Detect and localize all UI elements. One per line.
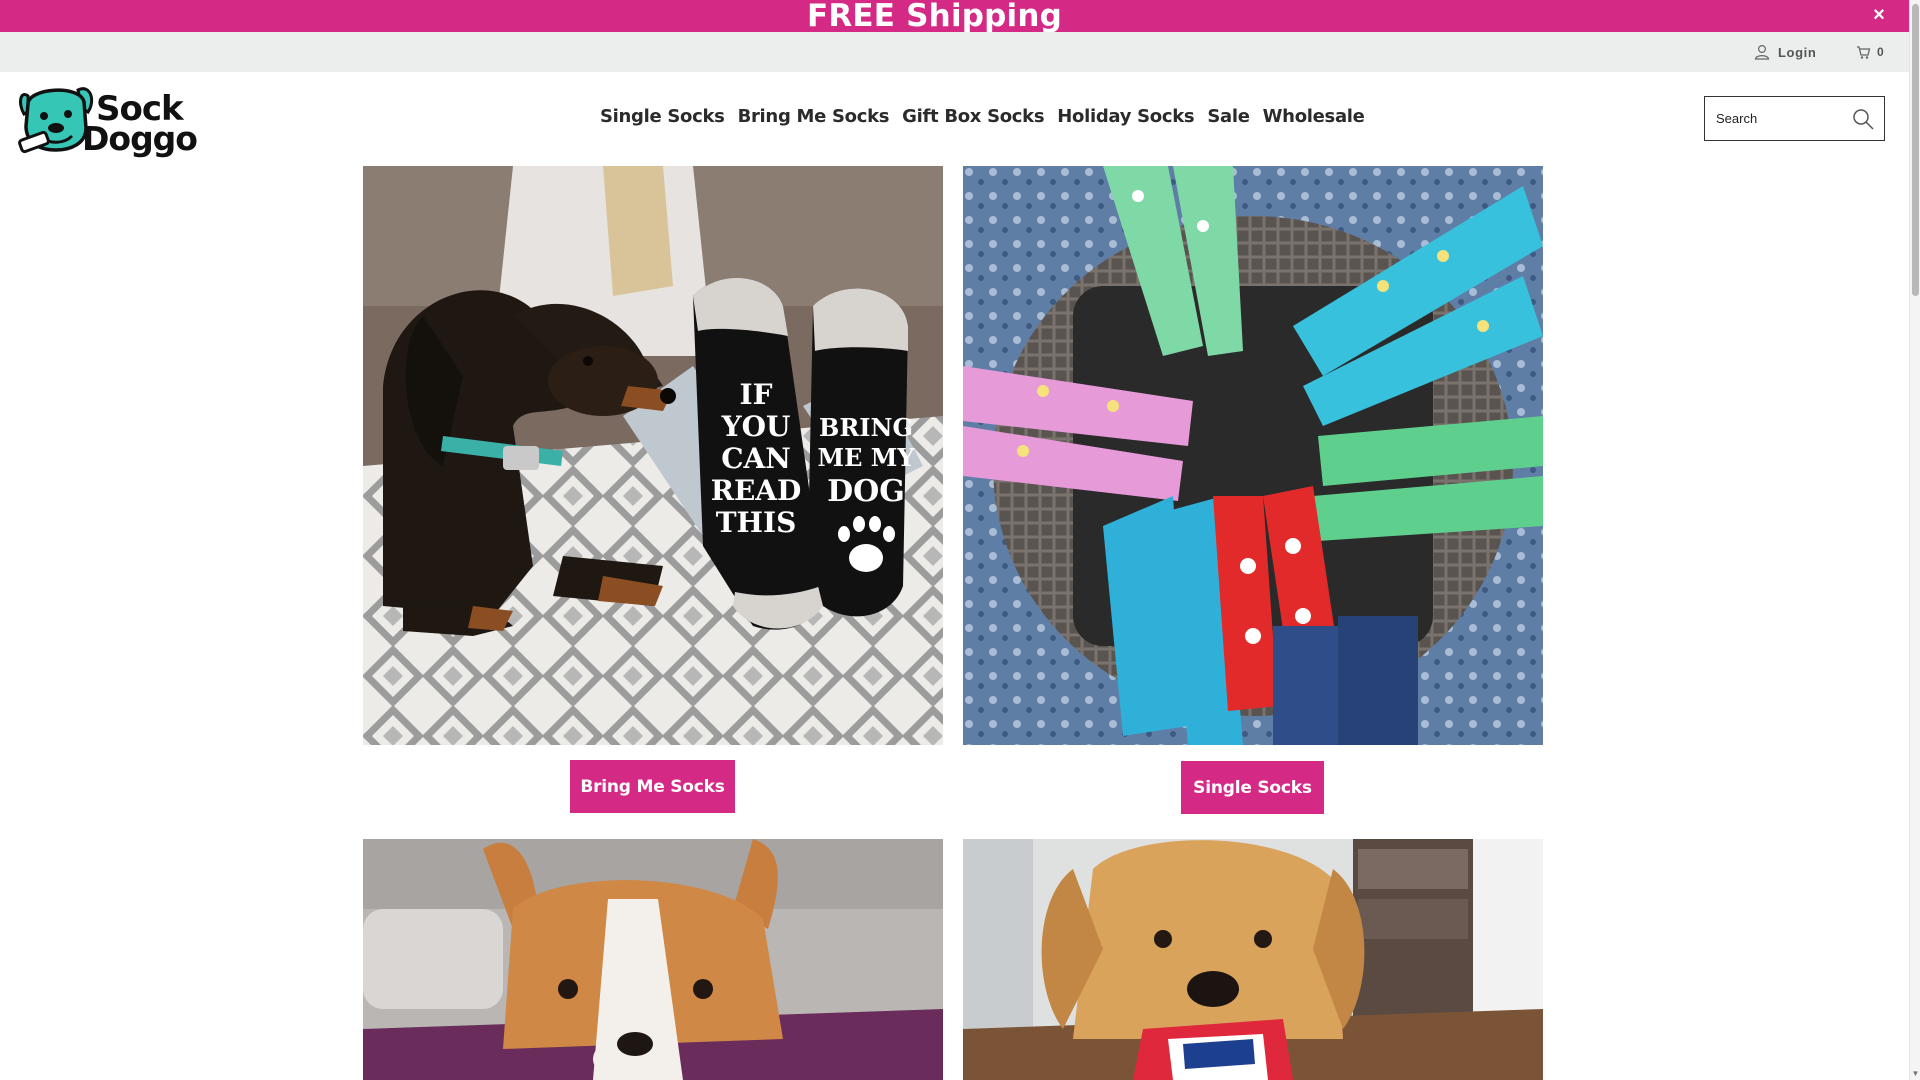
announcement-bar: FREE Shipping × [0,0,1909,32]
sock-text-right-2: ME MY [818,443,916,472]
nav-item-sale[interactable]: Sale [1207,106,1250,127]
sock-text-right-3: DOG [827,474,905,509]
collection-image-bring-me-socks[interactable]: IF YOU CAN READ THIS BRING ME MY DOG [363,166,943,745]
sock-text-left-1: IF [740,378,773,411]
utility-bar: Login 0 [0,32,1909,72]
cart-link[interactable]: 0 [1856,41,1884,63]
sock-text-left-5: THIS [716,506,797,539]
close-icon[interactable]: × [1867,3,1891,27]
search-input[interactable] [1716,111,1846,126]
page: FREE Shipping × Login 0 Sock Doggo Singl… [0,0,1920,1080]
search-icon[interactable] [1851,107,1875,131]
sock-text-left-4: READ [711,474,802,507]
logo-text-doggo: Doggo [82,119,198,158]
single-socks-button[interactable]: Single Socks [1181,761,1324,814]
user-icon [1754,44,1770,60]
site-header: Sock Doggo Single Socks Bring Me Socks G… [0,72,1909,166]
nav-item-bring-me-socks[interactable]: Bring Me Socks [738,106,890,127]
page-scrollbar[interactable]: ▲ ▼ [1909,0,1920,1080]
scroll-down-arrow-icon[interactable]: ▼ [1911,1069,1920,1078]
collection-image-golden-retriever[interactable] [963,839,1543,1080]
cart-count: 0 [1877,45,1884,59]
sock-text-right-1: BRING [819,413,913,442]
main-nav: Single Socks Bring Me Socks Gift Box Soc… [600,106,1365,127]
collection-image-corgi[interactable] [363,839,943,1080]
nav-item-wholesale[interactable]: Wholesale [1263,106,1365,127]
nav-item-gift-box-socks[interactable]: Gift Box Socks [902,106,1044,127]
nav-item-holiday-socks[interactable]: Holiday Socks [1057,106,1194,127]
login-label: Login [1778,44,1817,60]
collection-image-single-socks[interactable] [963,166,1543,745]
cart-icon [1857,45,1871,59]
login-link[interactable]: Login [1754,41,1816,63]
scrollbar-thumb[interactable] [1912,4,1919,296]
search-box [1704,96,1885,141]
announcement-text: FREE Shipping [806,0,1063,34]
brand-logo[interactable]: Sock Doggo [18,82,198,157]
sock-text-left-2: YOU [721,410,791,443]
sock-text-left-3: CAN [721,442,791,475]
nav-item-single-socks[interactable]: Single Socks [600,106,725,127]
bring-me-socks-button[interactable]: Bring Me Socks [570,760,735,813]
